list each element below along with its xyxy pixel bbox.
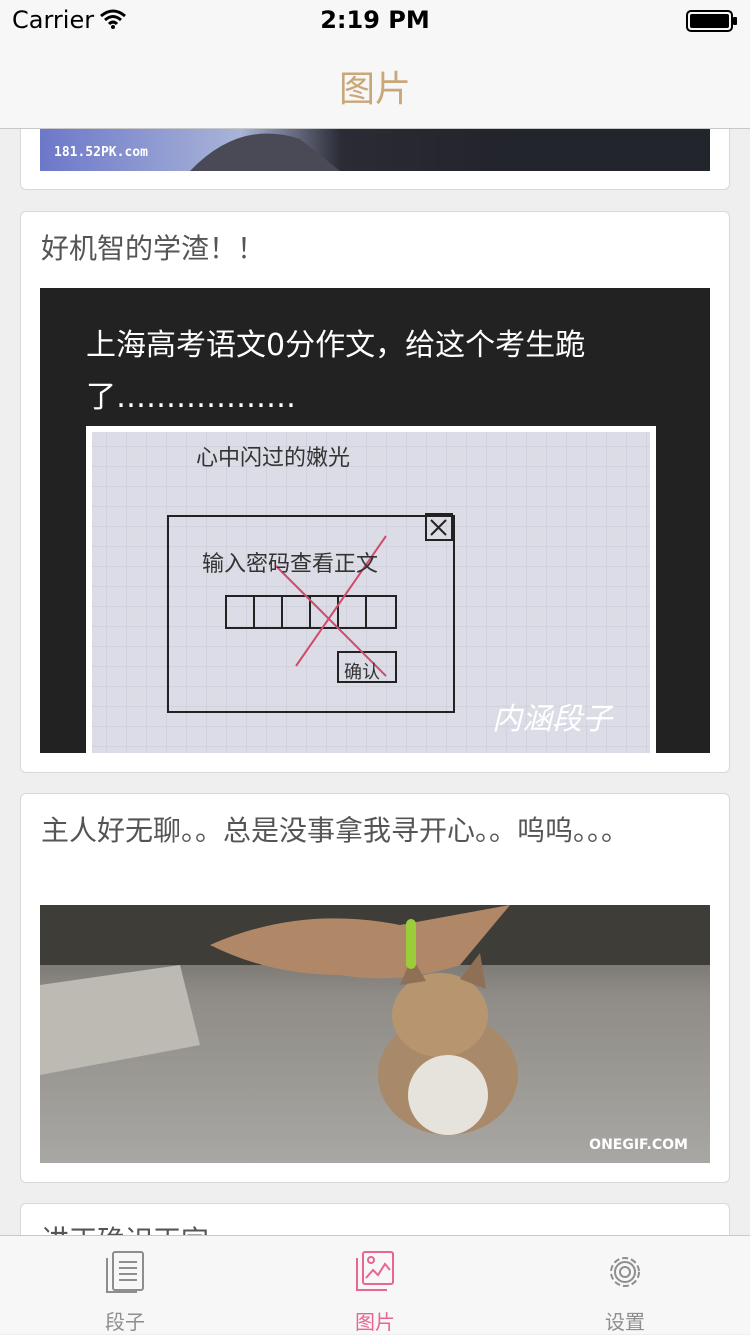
handwriting-title: 心中闪过的嫩光 [196,446,351,471]
image-watermark: ONEGIF.COM [589,1137,688,1153]
card-text: 讲正确识正字 [41,1222,713,1236]
image-headline-line1: 上海高考语文0分作文，给这个考生跪 [86,328,586,363]
tab-label: 段子 [105,1310,145,1334]
tab-pictures[interactable]: 图片 [250,1236,500,1334]
image-headline-line2: 了……………… [86,380,296,415]
navigation-bar: 图片 [0,40,750,129]
card-image[interactable]: ONEGIF.COM [40,905,710,1163]
feed-card[interactable]: 181.52PK.com [20,128,730,190]
card-image[interactable]: 上海高考语文0分作文，给这个考生跪 了……………… 心中闪过的嫩光 输入密码查看… [40,288,710,753]
tab-jokes[interactable]: 段子 [0,1236,250,1334]
gear-icon [610,1257,640,1287]
feed-card[interactable]: 主人好无聊。。总是没事拿我寻开心。。呜呜。。。 ONEGIF.COM [20,793,730,1183]
picture-icon [356,1251,394,1291]
picture-feed[interactable]: 181.52PK.com 好机智的学渣！！ 上海高考语文0分作文，给这个考生跪 … [0,128,750,1236]
handwriting-prompt: 输入密码查看正文 [202,552,379,577]
page-title: 图片 [338,69,411,110]
image-caption: 181.52PK.com [54,145,148,160]
card-text: 好机智的学渣！！ [41,232,266,265]
tab-settings[interactable]: 设置 [500,1236,750,1334]
feed-card[interactable]: 好机智的学渣！！ 上海高考语文0分作文，给这个考生跪 了……………… 心中闪过的… [20,211,730,773]
handwritten-paper: 心中闪过的嫩光 输入密码查看正文 确认 内涵段子 [86,426,656,753]
battery-icon [686,10,737,32]
card-image[interactable]: 181.52PK.com [40,128,710,171]
card-text: 主人好无聊。。总是没事拿我寻开心。。呜呜。。。 [41,814,630,847]
tab-label: 设置 [605,1310,645,1334]
handwriting-confirm: 确认 [344,662,380,683]
feed-card[interactable]: 讲正确识正字 [20,1203,730,1236]
image-watermark: 内涵段子 [492,702,612,737]
tab-bar: 段子 图片 设置 [0,1235,750,1334]
status-bar: Carrier 2:19 PM [0,0,750,40]
tab-label: 图片 [355,1310,395,1334]
document-list-icon [106,1251,144,1293]
status-time: 2:19 PM [320,6,430,34]
